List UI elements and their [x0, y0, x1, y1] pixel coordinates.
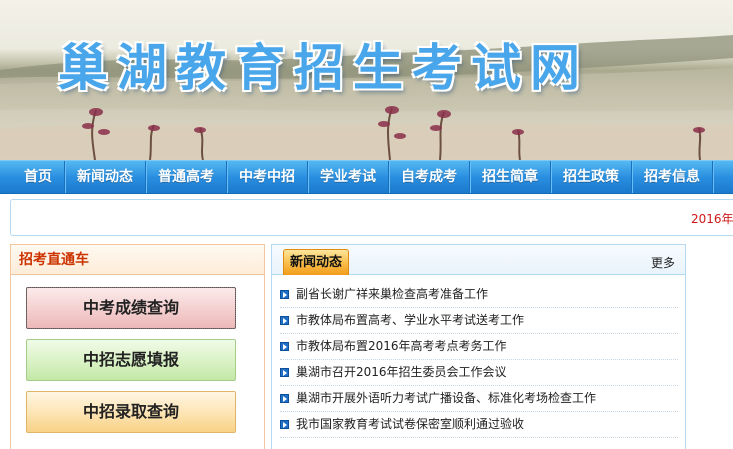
main-nav: 首页 新闻动态 普通高考 中考中招 学业考试 自考成考 招生简章 招生政策 招考… — [0, 160, 733, 194]
list-item[interactable]: 市教体局布置2016年高考考点考务工作 — [280, 334, 678, 360]
list-item[interactable]: 副省长谢广祥来巢检查高考准备工作 — [280, 282, 678, 308]
news-panel: 新闻动态 更多 副省长谢广祥来巢检查高考准备工作 市教体局布置高考、学业水平考试… — [271, 244, 686, 449]
list-item[interactable]: 巢湖市召开2016年招生委员会工作会议 — [280, 360, 678, 386]
nav-item-news[interactable]: 新闻动态 — [65, 161, 146, 193]
nav-item-zhengce[interactable]: 招生政策 — [551, 161, 632, 193]
admission-query-button[interactable]: 中招录取查询 — [26, 391, 236, 433]
arrow-bullet-icon — [280, 394, 289, 403]
application-fill-button[interactable]: 中招志愿填报 — [26, 339, 236, 381]
score-query-button[interactable]: 中考成绩查询 — [26, 287, 236, 329]
arrow-bullet-icon — [280, 316, 289, 325]
news-more-link[interactable]: 更多 — [651, 254, 675, 271]
news-tab[interactable]: 新闻动态 — [283, 249, 350, 275]
nav-item-jianzhang[interactable]: 招生简章 — [470, 161, 551, 193]
nav-item-zhongkao[interactable]: 中考中招 — [227, 161, 308, 193]
nav-item-gaokao[interactable]: 普通高考 — [146, 161, 227, 193]
arrow-bullet-icon — [280, 420, 289, 429]
news-item-title[interactable]: 市教体局布置2016年高考考点考务工作 — [296, 334, 507, 359]
news-item-title[interactable]: 我市国家教育考试试卷保密室顺利通过验收 — [296, 412, 524, 437]
header-banner: 巢湖教育招生考试网 — [0, 0, 733, 160]
news-item-title[interactable]: 巢湖市开展外语听力考试广播设备、标准化考场检查工作 — [296, 386, 596, 411]
nav-item-xinxi[interactable]: 招考信息 — [632, 161, 713, 193]
quick-access-title: 招考直通车 — [11, 245, 264, 275]
list-item[interactable]: 市教体局布置高考、学业水平考试送考工作 — [280, 308, 678, 334]
list-item[interactable]: 巢湖市开展外语听力考试广播设备、标准化考场检查工作 — [280, 386, 678, 412]
arrow-bullet-icon — [280, 368, 289, 377]
nav-item-xueye[interactable]: 学业考试 — [308, 161, 389, 193]
news-list: 副省长谢广祥来巢检查高考准备工作 市教体局布置高考、学业水平考试送考工作 市教体… — [272, 282, 685, 438]
nav-item-zikao[interactable]: 自考成考 — [389, 161, 470, 193]
nav-item-home[interactable]: 首页 — [0, 161, 65, 193]
arrow-bullet-icon — [280, 342, 289, 351]
quick-access-panel: 招考直通车 中考成绩查询 中招志愿填报 中招录取查询 — [10, 244, 265, 449]
news-item-title[interactable]: 副省长谢广祥来巢检查高考准备工作 — [296, 282, 488, 307]
news-item-title[interactable]: 巢湖市召开2016年招生委员会工作会议 — [296, 360, 507, 385]
site-title: 巢湖教育招生考试网 — [58, 39, 589, 97]
news-item-title[interactable]: 市教体局布置高考、学业水平考试送考工作 — [296, 308, 524, 333]
announcement-marquee: 2016年 — [10, 199, 733, 236]
arrow-bullet-icon — [280, 290, 289, 299]
news-panel-header: 新闻动态 更多 — [272, 245, 685, 275]
marquee-text[interactable]: 2016年 — [691, 210, 733, 227]
list-item[interactable]: 我市国家教育考试试卷保密室顺利通过验收 — [280, 412, 678, 438]
